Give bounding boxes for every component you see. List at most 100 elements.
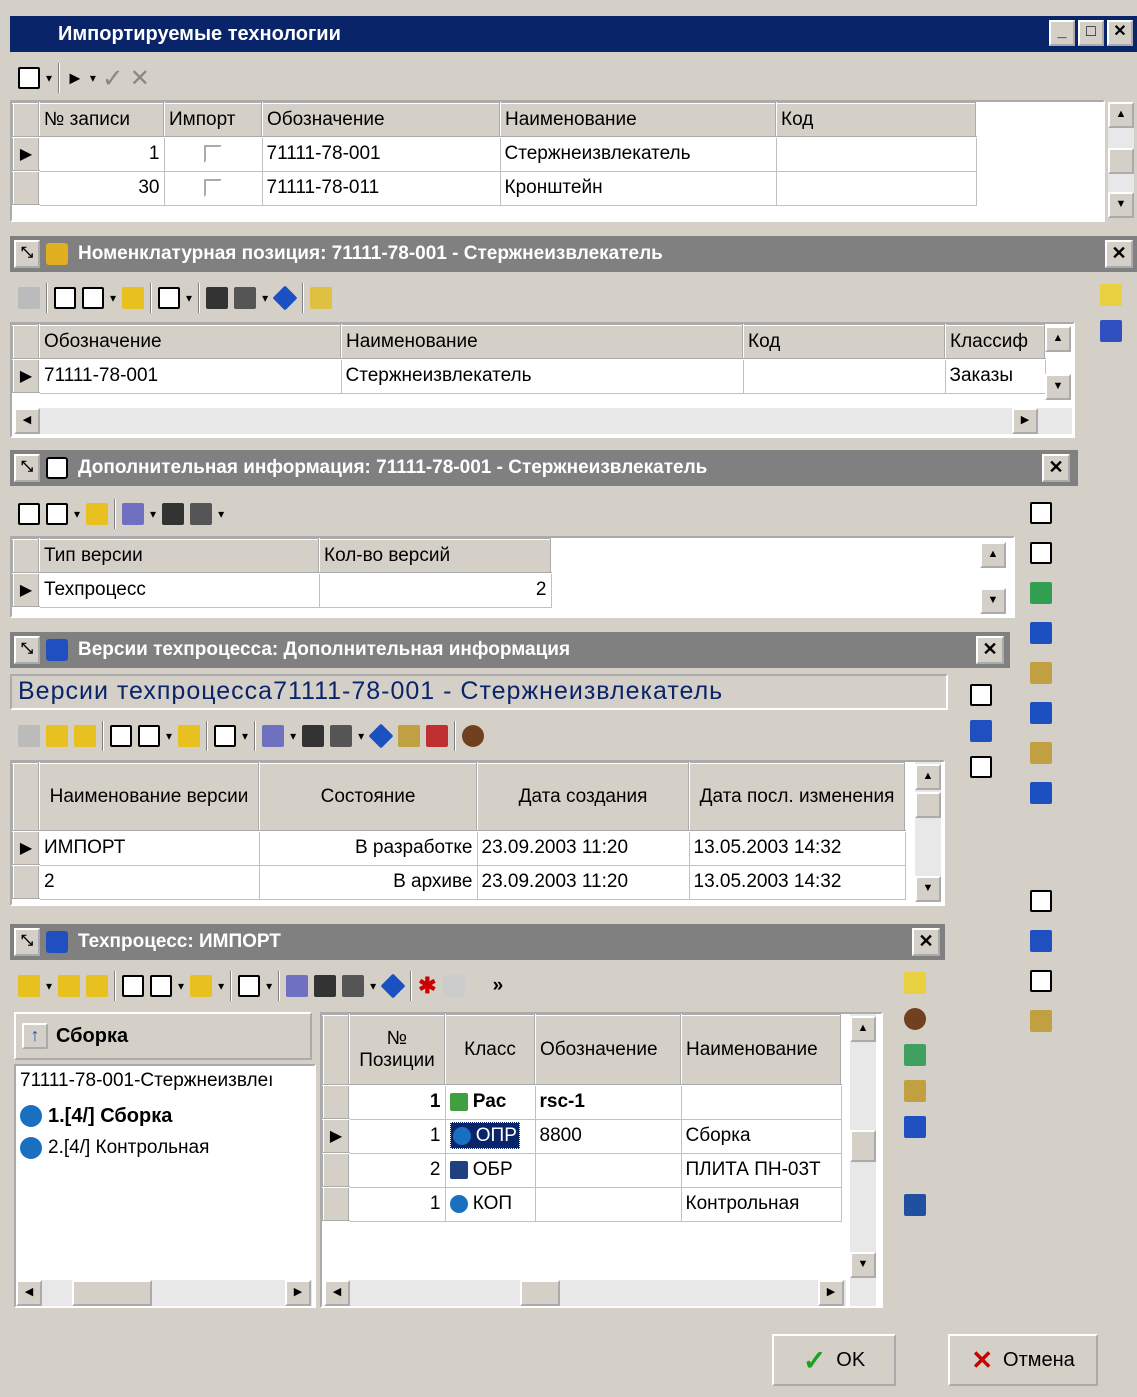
close-panel-button[interactable]: ✕ (976, 636, 1004, 664)
scroll-right-button[interactable]: ▶ (1012, 408, 1038, 434)
edit-icon[interactable] (86, 503, 109, 525)
print-icon[interactable] (214, 725, 237, 747)
more-icon[interactable]: » (493, 975, 504, 997)
col-header[interactable]: № Позиции (348, 1014, 446, 1086)
table-row[interactable]: ▶ 71111-78-001 Стержнеизвлекатель Заказы (12, 358, 1046, 394)
info-icon[interactable] (368, 723, 394, 749)
view-icon[interactable] (122, 975, 145, 997)
user-icon[interactable] (904, 1008, 926, 1030)
col-header[interactable]: Наименование версии (38, 762, 260, 832)
toggle-icon[interactable]: ⤡ (14, 454, 40, 482)
import-checkbox[interactable] (204, 178, 222, 197)
table-row[interactable]: ▶ 1 ОПР 8800 Сборка (322, 1118, 842, 1154)
table-icon[interactable] (1030, 970, 1052, 992)
binoculars-icon[interactable] (162, 503, 185, 525)
document-icon[interactable] (1030, 502, 1052, 524)
view-icon[interactable] (18, 67, 40, 89)
scroll-thumb[interactable] (1108, 148, 1134, 174)
col-header[interactable]: Наименование (680, 1014, 842, 1086)
scroll-up-button[interactable]: ▲ (980, 542, 1006, 568)
table-row[interactable]: ▶ 1 71111-78-001 Стержнеизвлекатель (12, 136, 977, 172)
scroll-down-button[interactable]: ▼ (980, 588, 1006, 614)
document-icon[interactable] (46, 503, 68, 525)
scroll-down-button[interactable]: ▼ (1045, 374, 1071, 400)
scroll-thumb[interactable] (520, 1280, 560, 1306)
col-header[interactable]: Импорт (163, 102, 263, 138)
copy-icon[interactable] (398, 725, 421, 747)
scroll-right-button[interactable]: ▶ (818, 1280, 844, 1306)
copy-icon[interactable] (442, 975, 465, 997)
stack-icon[interactable] (1030, 1010, 1052, 1032)
nomenclature-icon[interactable] (1100, 320, 1122, 342)
add-icon[interactable] (18, 287, 40, 309)
edit-icon[interactable] (190, 975, 213, 997)
add-version-icon[interactable] (58, 975, 81, 997)
horizontal-scrollbar[interactable] (16, 1280, 312, 1306)
table-row[interactable]: 1 КОП Контрольная (322, 1186, 842, 1222)
windows-icon[interactable] (1030, 890, 1052, 912)
close-button[interactable]: ✕ (1107, 20, 1133, 46)
scroll-thumb[interactable] (915, 792, 941, 818)
print-icon[interactable] (238, 975, 261, 997)
swap-icon[interactable] (1030, 702, 1052, 724)
filter-icon[interactable] (262, 725, 285, 747)
check-icon[interactable]: ✓ (102, 63, 124, 94)
close-panel-button[interactable]: ✕ (912, 928, 940, 956)
col-header[interactable]: № записи (38, 102, 165, 138)
scroll-up-button[interactable]: ▲ (850, 1016, 876, 1042)
stack-icon[interactable] (904, 1080, 926, 1102)
info-icon[interactable] (272, 285, 298, 311)
add-icon[interactable] (18, 975, 40, 997)
export-icon[interactable] (904, 1194, 926, 1216)
tree-node[interactable]: 71111-78-001-Стержнеизвлеı (20, 1070, 310, 1100)
tree-header[interactable]: ↑ Сборка (14, 1012, 312, 1060)
close-panel-button[interactable]: ✕ (1042, 454, 1070, 482)
tools-icon[interactable] (190, 503, 213, 525)
col-header[interactable]: Код (742, 324, 946, 360)
col-header[interactable]: Дата создания (476, 762, 690, 832)
col-header[interactable]: Обозначение (38, 324, 342, 360)
table-row[interactable]: ▶ ИМПОРТ В разработке 23.09.2003 11:20 13.05… (12, 830, 906, 866)
toggle-icon[interactable]: ⤡ (14, 636, 40, 664)
scroll-right-button[interactable]: ▶ (285, 1280, 311, 1306)
filter-icon[interactable] (122, 503, 145, 525)
col-header[interactable]: Код (775, 102, 977, 138)
col-header[interactable]: Тип версии (38, 538, 320, 574)
edit-icon[interactable] (122, 287, 145, 309)
col-header[interactable]: Кол-во версий (318, 538, 552, 574)
ok-button[interactable]: ✓ OK (772, 1334, 896, 1386)
import-checkbox[interactable] (204, 145, 222, 164)
scroll-down-button[interactable]: ▼ (850, 1252, 876, 1278)
col-header[interactable]: Наименование (340, 324, 744, 360)
binoculars-icon[interactable] (314, 975, 337, 997)
add-table-icon[interactable] (1030, 622, 1052, 644)
scroll-down-button[interactable]: ▼ (1108, 192, 1134, 218)
scroll-up-button[interactable]: ▲ (1045, 326, 1071, 352)
tools-icon[interactable] (342, 975, 365, 997)
info-icon[interactable] (380, 973, 406, 999)
scroll-left-button[interactable]: ◀ (14, 408, 40, 434)
add-icon[interactable] (18, 725, 40, 747)
print-icon[interactable] (158, 287, 181, 309)
move-icon[interactable] (1030, 742, 1052, 764)
document-icon[interactable] (138, 725, 160, 747)
document-icon[interactable] (150, 975, 173, 997)
table-row[interactable]: 2 ОБР ПЛИТА ПН-03Т (322, 1152, 842, 1188)
binoculars-icon[interactable] (206, 287, 229, 309)
edit-icon[interactable] (178, 725, 201, 747)
view-icon[interactable] (54, 287, 76, 309)
scroll-left-button[interactable]: ◀ (16, 1280, 42, 1306)
minimize-button[interactable]: _ (1049, 20, 1075, 46)
horizontal-scrollbar[interactable] (14, 408, 1072, 434)
toggle-icon[interactable]: ⤡ (14, 240, 40, 268)
form-icon[interactable] (1030, 542, 1052, 564)
add-field-icon[interactable] (1030, 662, 1052, 684)
filter-icon[interactable] (286, 975, 309, 997)
user-icon[interactable] (462, 725, 485, 747)
image-icon[interactable] (904, 1044, 926, 1066)
windows-icon[interactable] (970, 756, 992, 778)
versions-icon[interactable] (970, 720, 992, 742)
key-icon[interactable] (1030, 582, 1052, 604)
toggle-icon[interactable]: ⤡ (14, 928, 40, 956)
view-icon[interactable] (18, 503, 40, 525)
